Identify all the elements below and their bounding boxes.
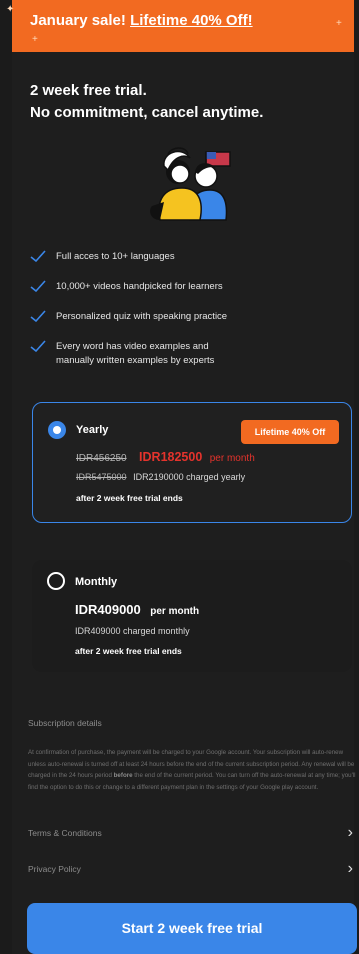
- plan-option-monthly[interactable]: Monthly IDR409000 per month IDR409000 ch…: [32, 560, 352, 672]
- yearly-charge-row: IDR5475000 IDR2190000 charged yearly: [76, 472, 245, 482]
- monthly-price: IDR409000: [75, 602, 141, 617]
- feature-text: 10,000+ videos handpicked for learners: [56, 281, 223, 292]
- promo-banner-text: January sale! Lifetime 40% Off!: [30, 12, 354, 29]
- feature-text: Full acces to 10+ languages: [56, 251, 175, 262]
- checkmark-icon: [30, 250, 46, 262]
- sparkle-icon: +: [32, 34, 38, 45]
- privacy-label: Privacy Policy: [28, 864, 81, 874]
- feature-item: Full acces to 10+ languages: [30, 250, 175, 264]
- headline-line-2: No commitment, cancel anytime.: [30, 104, 264, 121]
- checkmark-icon: [30, 340, 46, 352]
- terms-link[interactable]: Terms & Conditions ›: [28, 824, 353, 844]
- trial-note: after 2 week free trial ends: [75, 646, 182, 656]
- chevron-right-icon: ›: [347, 860, 353, 877]
- plan-name: Monthly: [75, 576, 118, 588]
- start-trial-button[interactable]: Start 2 week free trial: [27, 903, 357, 954]
- per-month-label: per month: [150, 606, 200, 617]
- monthly-radio[interactable]: [47, 572, 65, 590]
- trial-note: after 2 week free trial ends: [76, 493, 183, 503]
- yearly-charge-text: IDR2190000 charged yearly: [133, 472, 246, 482]
- sale-monthly-price: IDR182500: [139, 450, 203, 464]
- details-text-bold: before: [113, 772, 133, 779]
- feature-item: Every word has video examples and manual…: [30, 340, 240, 368]
- checkmark-icon: [30, 310, 46, 322]
- discount-badge: Lifetime 40% Off: [241, 420, 339, 444]
- feature-item: Personalized quiz with speaking practice: [30, 310, 227, 324]
- monthly-price-row: IDR409000 per month: [75, 601, 199, 619]
- sparkle-icon: +: [336, 18, 342, 29]
- promo-prefix: January sale!: [30, 12, 131, 29]
- page-title: 2 week free trial. No commitment, cancel…: [30, 80, 330, 124]
- plan-name: Yearly: [76, 424, 109, 436]
- feature-text: Every word has video examples and manual…: [56, 341, 215, 366]
- learners-illustration-icon: [150, 147, 231, 221]
- yearly-price-row: IDR456250 IDR182500 per month: [76, 448, 255, 466]
- feature-item: 10,000+ videos handpicked for learners: [30, 280, 223, 294]
- checkmark-icon: [30, 280, 46, 292]
- old-monthly-price: IDR456250: [76, 453, 127, 464]
- monthly-charge-text: IDR409000 charged monthly: [75, 626, 190, 636]
- subscription-details-title: Subscription details: [28, 718, 102, 728]
- terms-label: Terms & Conditions: [28, 828, 102, 838]
- yearly-radio[interactable]: [48, 421, 66, 439]
- chevron-right-icon: ›: [347, 824, 353, 841]
- headline-line-1: 2 week free trial.: [30, 82, 147, 99]
- promo-banner[interactable]: January sale! Lifetime 40% Off! ✦ + +: [6, 0, 354, 52]
- promo-highlight[interactable]: Lifetime 40% Off!: [130, 12, 253, 29]
- old-yearly-price: IDR5475000: [76, 472, 127, 482]
- privacy-link[interactable]: Privacy Policy ›: [28, 860, 353, 880]
- per-month-label: per month: [209, 453, 255, 464]
- subscription-details-text: At confirmation of purchase, the payment…: [28, 747, 358, 793]
- plan-option-yearly[interactable]: Yearly Lifetime 40% Off IDR456250 IDR182…: [32, 402, 352, 523]
- feature-text: Personalized quiz with speaking practice: [56, 311, 228, 322]
- sparkle-icon: ✦: [6, 4, 15, 15]
